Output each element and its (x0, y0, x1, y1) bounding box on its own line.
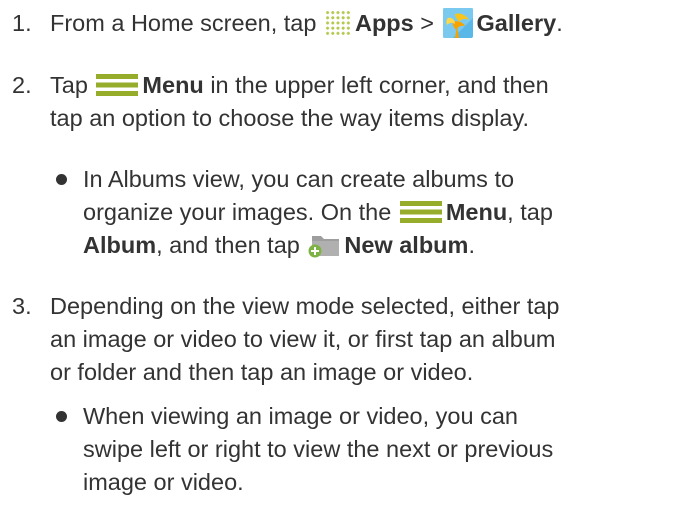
step-text: Depending on the view mode selected, eit… (50, 290, 670, 389)
bullet-line: In Albums view, you can create albums to (83, 166, 515, 192)
bullet-text-fragment: , tap (507, 199, 553, 225)
menu-label: Menu (142, 72, 204, 98)
instruction-document: 1. From a Home screen, tap Apps > Galler… (0, 0, 673, 507)
step-text-fragment: From a Home screen, tap (50, 10, 317, 36)
step-line: Depending on the view mode selected, eit… (50, 293, 560, 319)
menu-icon (96, 74, 139, 96)
album-label: Album (83, 232, 157, 258)
bullet-text-fragment: , and then tap (156, 232, 300, 258)
step-text: Tap Menu in the upper left corner, and t… (50, 69, 670, 135)
bullet-dot (56, 174, 67, 185)
gallery-icon (442, 8, 473, 38)
step-line: tap an option to choose the way items di… (50, 105, 529, 131)
step-text-fragment: Tap (50, 72, 88, 98)
bullet-line: organize your images. On the Menu, tap (83, 196, 673, 229)
step-line: an image or video to view it, or first t… (50, 326, 556, 352)
menu-icon (399, 201, 442, 223)
bullet-text: In Albums view, you can create albums to… (83, 163, 673, 262)
separator: > (420, 10, 434, 36)
period: . (468, 232, 475, 258)
step-line: or folder and then tap an image or video… (50, 359, 474, 385)
step-text: From a Home screen, tap Apps > Gallery. (50, 7, 670, 40)
step-number: 3. (12, 293, 32, 319)
step-number: 1. (12, 10, 32, 36)
bullet-line: When viewing an image or video, you can (83, 403, 518, 429)
bullet-text: When viewing an image or video, you can … (83, 400, 673, 499)
new-album-label: New album (344, 232, 469, 258)
step-text-fragment: in the upper left corner, and then (210, 72, 549, 98)
step-number: 2. (12, 72, 32, 98)
new-album-icon (308, 232, 340, 258)
bullet-text-fragment: organize your images. On the (83, 199, 392, 225)
bullet-line: image or video. (83, 469, 244, 495)
bullet-line: swipe left or right to view the next or … (83, 436, 554, 462)
apps-grid-icon (324, 10, 351, 36)
menu-label: Menu (445, 199, 508, 225)
gallery-label: Gallery (476, 10, 557, 36)
apps-label: Apps (354, 10, 414, 36)
bullet-dot (56, 411, 67, 422)
period: . (556, 10, 563, 36)
step-line: Tap Menu in the upper left corner, and t… (50, 69, 670, 102)
bullet-line: Album, and then tap New album. (83, 229, 673, 262)
